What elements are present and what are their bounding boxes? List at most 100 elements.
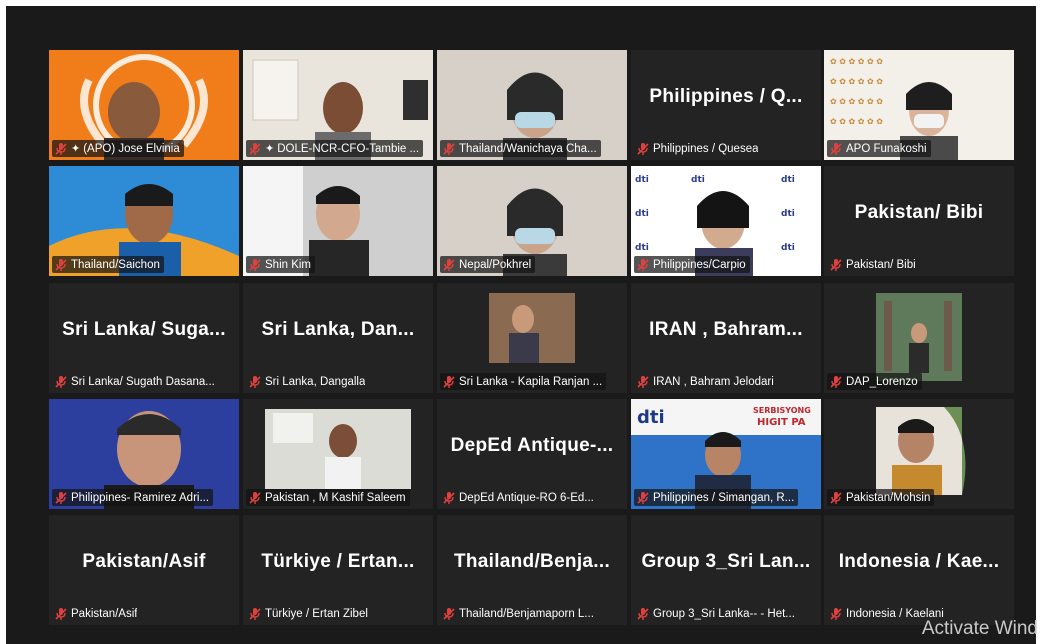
spotlight-pin-icon: ✦ (71, 143, 81, 155)
participant-name-bar: DAP_Lorenzo (827, 373, 922, 390)
participant-display-name: Indonesia / Kae... (838, 551, 1000, 572)
participant-tile[interactable]: DepEd Antique-... DepEd Antique-RO 6-Ed..… (437, 399, 627, 509)
zoom-gallery-window: ✦ (APO) Jose Elvinia ✦ DOLE-NCR-CFO-Tambie … (6, 6, 1036, 644)
svg-text:✿ ✿ ✿ ✿ ✿ ✿: ✿ ✿ ✿ ✿ ✿ ✿ (830, 97, 883, 106)
participant-tile[interactable]: IRAN , Bahram... IRAN , Bahram Jelodari (631, 283, 821, 393)
muted-mic-icon (443, 491, 455, 504)
participant-name-label: Philippines / Simangan, R... (653, 491, 795, 504)
participant-name-bar: DepEd Antique-RO 6-Ed... (440, 489, 598, 506)
participant-display-name: Türkiye / Ertan... (261, 551, 415, 572)
participant-name-label: Sri Lanka - Kapila Ranjan ... (459, 375, 603, 388)
participant-tile[interactable]: ✦ DOLE-NCR-CFO-Tambie ... (243, 50, 433, 160)
participant-tile[interactable]: Philippines- Ramirez Adri... (49, 399, 239, 509)
participant-name-label: Pakistan/ Bibi (846, 258, 916, 271)
participant-name-label: DepEd Antique-RO 6-Ed... (459, 491, 594, 504)
svg-text:dti: dti (781, 209, 795, 219)
participant-display-name: Sri Lanka, Dan... (261, 319, 415, 340)
participant-display-name: DepEd Antique-... (450, 435, 614, 456)
participant-tile[interactable]: Group 3_Sri Lan... Group 3_Sri Lanka-- - … (631, 515, 821, 625)
muted-mic-icon (249, 375, 261, 388)
participant-tile[interactable]: Indonesia / Kae... Indonesia / Kaelani (824, 515, 1014, 625)
participant-name-bar: Pakistan/Mohsin (827, 489, 935, 506)
participant-name-bar: Türkiye / Ertan Zibel (246, 605, 372, 622)
muted-mic-icon (830, 258, 842, 271)
participant-tile[interactable]: Thailand/Benja... Thailand/Benjamaporn L.… (437, 515, 627, 625)
svg-text:dti: dti (781, 243, 795, 253)
participant-name-label: Group 3_Sri Lanka-- - Het... (653, 607, 795, 620)
participant-name-bar: Thailand/Benjamaporn L... (440, 605, 598, 622)
participant-tile[interactable]: Sri Lanka, Dan... Sri Lanka, Dangalla (243, 283, 433, 393)
participant-display-name: Sri Lanka/ Suga... (62, 319, 226, 340)
muted-mic-icon (249, 258, 261, 271)
muted-mic-icon (249, 142, 261, 155)
participant-name-label: Pakistan , M Kashif Saleem (265, 491, 406, 504)
participant-tile[interactable]: dti SERBISYONG HIGIT PA Philippines / Siman… (631, 399, 821, 509)
spotlight-pin-icon: ✦ (265, 143, 275, 155)
participant-name-bar: Pakistan/ Bibi (827, 256, 920, 273)
participant-name-bar: IRAN , Bahram Jelodari (634, 373, 778, 390)
svg-text:✿ ✿ ✿ ✿ ✿ ✿: ✿ ✿ ✿ ✿ ✿ ✿ (830, 117, 883, 126)
participant-tile[interactable]: Türkiye / Ertan... Türkiye / Ertan Zibel (243, 515, 433, 625)
muted-mic-icon (637, 142, 649, 155)
participant-tile[interactable]: Nepal/Pokhrel (437, 166, 627, 276)
participant-tile[interactable]: DAP_Lorenzo (824, 283, 1014, 393)
participant-name-label: Nepal/Pokhrel (459, 258, 532, 271)
participant-display-name: Group 3_Sri Lan... (641, 551, 811, 572)
participant-tile[interactable]: Sri Lanka/ Suga... Sri Lanka/ Sugath Dasa… (49, 283, 239, 393)
participant-name-label: Sri Lanka/ Sugath Dasana... (71, 375, 215, 388)
participant-tile[interactable]: dti dti dti dti dti dti dti Philippines/Carpio (631, 166, 821, 276)
participant-name-bar: Sri Lanka, Dangalla (246, 373, 369, 390)
participant-name-bar: Nepal/Pokhrel (440, 256, 536, 273)
svg-text:✿ ✿ ✿ ✿ ✿ ✿: ✿ ✿ ✿ ✿ ✿ ✿ (830, 57, 883, 66)
participant-name-label: Thailand/Wanichaya Cha... (459, 142, 597, 155)
participant-name-label: IRAN , Bahram Jelodari (653, 375, 774, 388)
muted-mic-icon (830, 607, 842, 620)
participant-display-name: Pakistan/ Bibi (854, 202, 984, 223)
participant-tile[interactable]: Pakistan/Asif Pakistan/Asif (49, 515, 239, 625)
muted-mic-icon (55, 142, 67, 155)
svg-text:dti: dti (635, 209, 649, 219)
participant-display-name: Thailand/Benja... (453, 551, 611, 572)
participant-name-bar: Shin Kim (246, 256, 316, 273)
muted-mic-icon (443, 607, 455, 620)
participant-tile[interactable]: Shin Kim (243, 166, 433, 276)
participant-tile[interactable]: Philippines / Q... Philippines / Quesea (631, 50, 821, 160)
muted-mic-icon (249, 607, 261, 620)
svg-text:dti: dti (691, 175, 705, 185)
activate-windows-watermark: Activate Wind (921, 618, 1038, 639)
participant-display-name: Philippines / Q... (649, 86, 803, 107)
participant-tile[interactable]: Thailand/Saichon (49, 166, 239, 276)
participant-name-label: DAP_Lorenzo (846, 375, 918, 388)
participant-name-label: Sri Lanka, Dangalla (265, 375, 366, 388)
participant-name-bar: Sri Lanka/ Sugath Dasana... (52, 373, 219, 390)
participant-name-bar: Thailand/Saichon (52, 256, 164, 273)
participant-name-label: Thailand/Benjamaporn L... (459, 607, 594, 620)
participant-display-name: IRAN , Bahram... (649, 319, 803, 340)
participant-tile[interactable]: Pakistan/ Bibi Pakistan/ Bibi (824, 166, 1014, 276)
svg-text:✿ ✿ ✿ ✿ ✿ ✿: ✿ ✿ ✿ ✿ ✿ ✿ (830, 77, 883, 86)
svg-text:dti: dti (635, 243, 649, 253)
participant-name-label: Philippines/Carpio (653, 258, 746, 271)
muted-mic-icon (830, 491, 842, 504)
muted-mic-icon (637, 607, 649, 620)
participant-name-bar: Group 3_Sri Lanka-- - Het... (634, 605, 799, 622)
participant-name-bar: Sri Lanka - Kapila Ranjan ... (440, 373, 607, 390)
participant-tile[interactable]: Pakistan , M Kashif Saleem (243, 399, 433, 509)
participant-name-bar: Philippines- Ramirez Adri... (52, 489, 214, 506)
participant-name-bar: Pakistan/Asif (52, 605, 141, 622)
participant-name-bar: Pakistan , M Kashif Saleem (246, 489, 410, 506)
muted-mic-icon (55, 258, 67, 271)
participant-name-label: Thailand/Saichon (71, 258, 160, 271)
participant-tile[interactable]: Sri Lanka - Kapila Ranjan ... (437, 283, 627, 393)
participant-display-name: Pakistan/Asif (82, 551, 206, 572)
participant-tile[interactable]: Thailand/Wanichaya Cha... (437, 50, 627, 160)
participant-tile[interactable]: Pakistan/Mohsin (824, 399, 1014, 509)
participant-name-bar: Philippines/Carpio (634, 256, 750, 273)
muted-mic-icon (443, 142, 455, 155)
participant-name-label: Philippines / Quesea (653, 142, 759, 155)
muted-mic-icon (443, 375, 455, 388)
participant-tile[interactable]: ✦ (APO) Jose Elvinia (49, 50, 239, 160)
participant-name-label: Philippines- Ramirez Adri... (71, 491, 210, 504)
participant-name-label: (APO) Jose Elvinia (83, 142, 180, 155)
participant-tile[interactable]: ✿ ✿ ✿ ✿ ✿ ✿ ✿ ✿ ✿ ✿ ✿ ✿ ✿ ✿ ✿ ✿ ✿ ✿ ✿ ✿ ✿ ✿… (824, 50, 1014, 160)
